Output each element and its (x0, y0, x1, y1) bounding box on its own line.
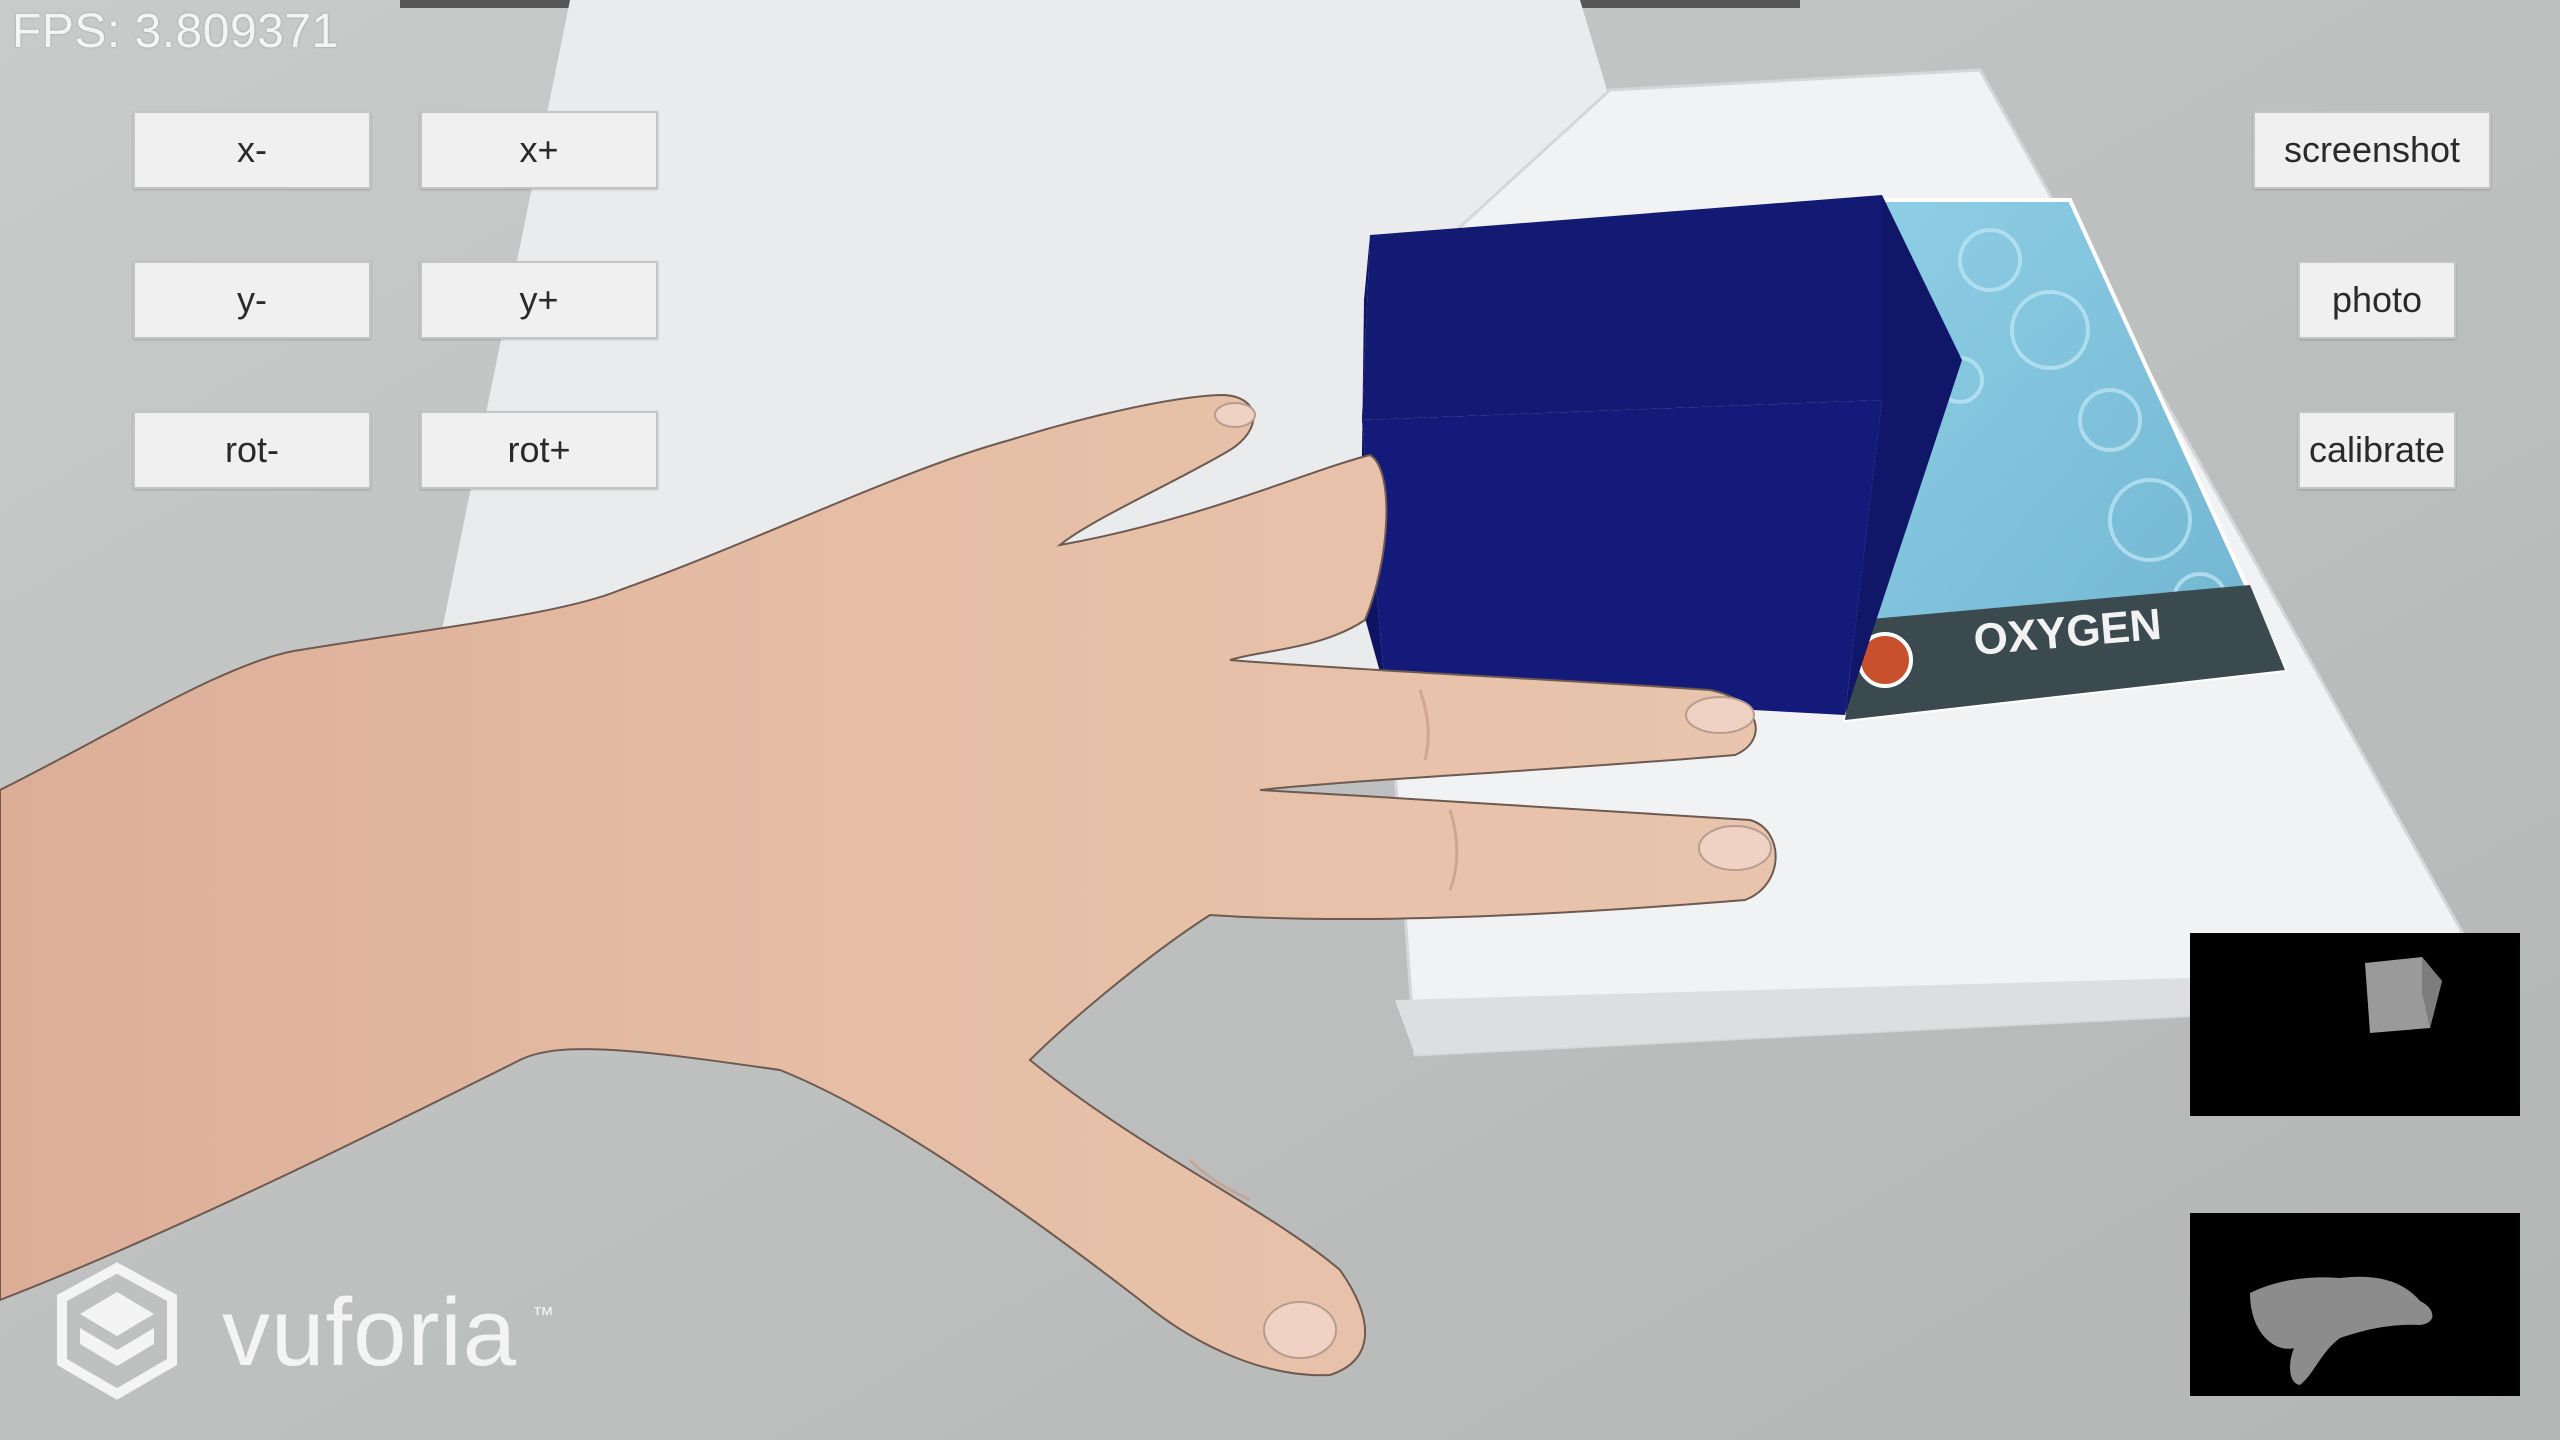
calibrate-button[interactable]: calibrate (2298, 411, 2456, 489)
y-plus-button[interactable]: y+ (420, 261, 658, 339)
cube-mask-shape (2365, 957, 2442, 1033)
camera-feed: OXYGEN (0, 0, 2560, 1440)
rot-minus-button[interactable]: rot- (133, 411, 371, 489)
y-minus-button[interactable]: y- (133, 261, 371, 339)
cube-depth-preview (2190, 933, 2520, 1116)
vuforia-logo: vuforia ™ (52, 1262, 572, 1412)
fps-readout: FPS: 3.809371 (12, 5, 339, 58)
vuforia-wordmark: vuforia (222, 1279, 518, 1386)
rot-plus-button[interactable]: rot+ (420, 411, 658, 489)
screenshot-button[interactable]: screenshot (2253, 111, 2491, 189)
vuforia-logo-icon (57, 1262, 177, 1400)
x-plus-button[interactable]: x+ (420, 111, 658, 189)
x-minus-button[interactable]: x- (133, 111, 371, 189)
photo-button[interactable]: photo (2298, 261, 2456, 339)
trademark-symbol: ™ (532, 1302, 554, 1327)
hand-depth-preview (2190, 1213, 2520, 1396)
hand-mask-shape (2250, 1276, 2433, 1385)
